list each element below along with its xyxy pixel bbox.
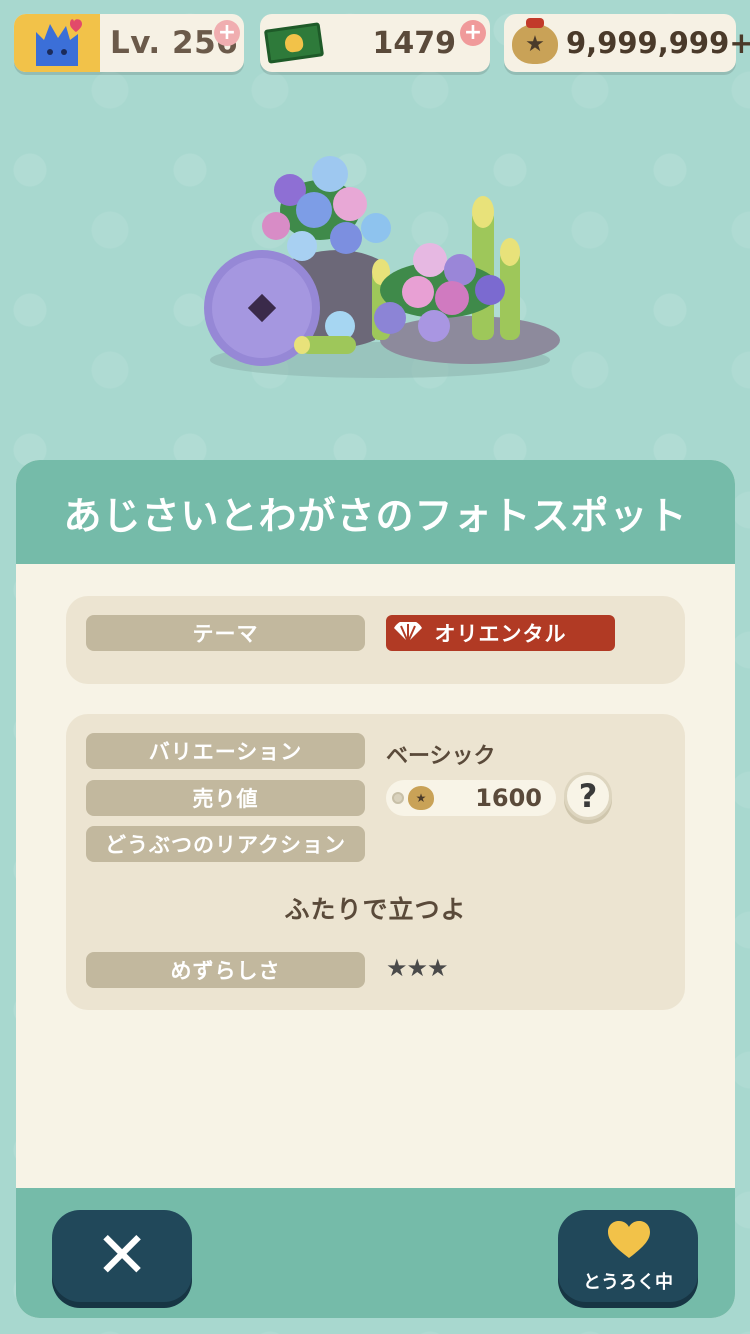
bells-count: 9,999,999+: [566, 26, 750, 60]
rarity-label: めずらしさ: [86, 952, 365, 988]
question-icon: ?: [578, 777, 598, 815]
item-title: あじさいとわがさのフォトスポット: [63, 493, 688, 538]
price-value: 1600: [475, 784, 542, 812]
price-label: 売り値: [86, 780, 365, 816]
close-button[interactable]: ✕: [52, 1210, 192, 1302]
ticket-count: 1479: [372, 25, 457, 61]
status-bar: Lv. 256 + 1479 + ★ 9,999,999+: [14, 14, 750, 74]
rarity-stars: ★★★: [386, 954, 449, 982]
theme-value: オリエンタル: [434, 622, 567, 646]
level-info-icon[interactable]: +: [214, 20, 240, 46]
cat-avatar-icon: [14, 14, 100, 72]
variation-value: ベーシック: [386, 744, 496, 769]
theme-card: テーマ オリエンタル: [66, 596, 685, 684]
fan-icon: [394, 622, 422, 644]
bell-bag-icon: ★: [408, 786, 434, 810]
reaction-value: ふたりで立つよ: [284, 895, 467, 924]
price-dot: [392, 792, 404, 804]
theme-badge[interactable]: オリエンタル: [386, 615, 615, 651]
help-button[interactable]: ?: [564, 772, 612, 820]
ticket-pill[interactable]: 1479 +: [260, 14, 490, 72]
bells-pill[interactable]: ★ 9,999,999+: [504, 14, 750, 72]
bell-bag-icon: ★: [512, 18, 558, 64]
reaction-label: どうぶつのリアクション: [86, 826, 365, 862]
item-illustration: [204, 156, 560, 378]
leaf-ticket-icon: [263, 22, 325, 64]
close-icon: ✕: [95, 1219, 149, 1293]
theme-label: テーマ: [86, 615, 365, 651]
variation-label: バリエーション: [86, 733, 365, 769]
price-box: ★ 1600: [386, 780, 556, 816]
level-pill[interactable]: Lv. 256 +: [14, 14, 244, 72]
item-detail-panel: あじさいとわがさのフォトスポット テーマ オリエンタル バリエーション ベーシッ…: [16, 460, 735, 1318]
info-card: バリエーション ベーシック 売り値 ★ 1600 ? どうぶつのリアクション ふ…: [66, 714, 685, 1010]
panel-header: あじさいとわがさのフォトスポット: [16, 460, 735, 564]
heart-icon: [608, 1221, 650, 1258]
favorite-button[interactable]: とうろく中: [558, 1210, 698, 1302]
panel-footer: ✕ とうろく中: [16, 1188, 735, 1318]
add-tickets-icon[interactable]: +: [460, 20, 486, 46]
favorite-label: とうろく中: [583, 1272, 673, 1293]
